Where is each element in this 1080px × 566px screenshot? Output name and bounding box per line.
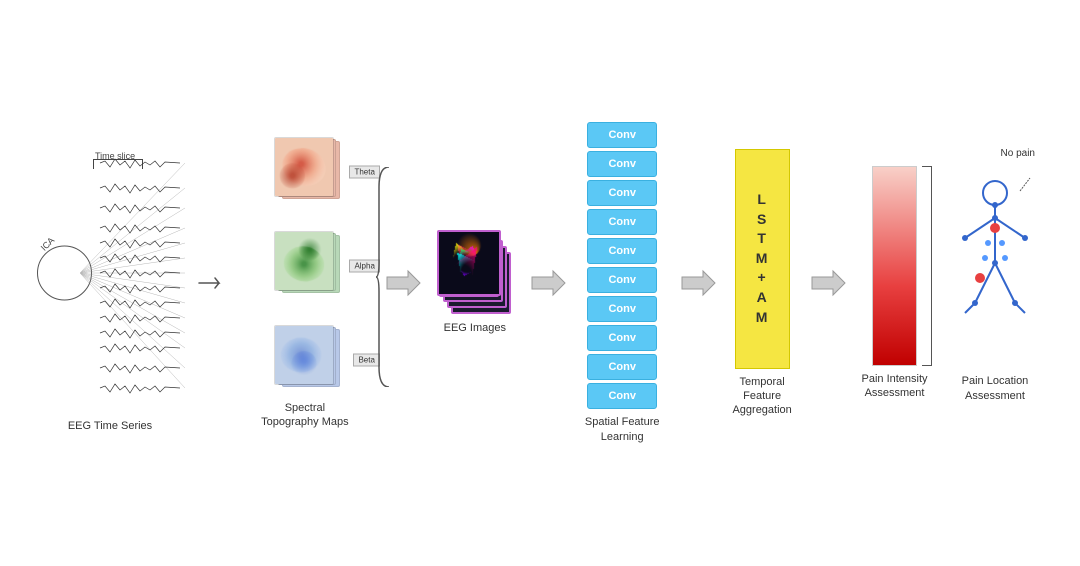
pain-figure-svg (950, 163, 1040, 363)
lstm-text-s: S (757, 210, 767, 230)
lstm-block: L S T M + A M (735, 149, 790, 369)
eeg-time-series-label: EEG Time Series (68, 419, 152, 433)
lstm-text-plus: + (758, 268, 767, 288)
conv-block-10: Conv (587, 383, 657, 409)
curly-brace (375, 167, 393, 387)
pain-bracket (922, 166, 932, 366)
eeg-lines-svg (80, 133, 185, 413)
lstm-text-m: M (756, 249, 769, 269)
conv-block-9: Conv (587, 354, 657, 380)
conv-block-4: Conv (587, 209, 657, 235)
lstm-text-m2: M (756, 308, 769, 328)
lstm-text: L (757, 190, 767, 210)
maps-group: Theta Alpha Beta (270, 137, 350, 395)
arrow-5 (807, 263, 847, 303)
arrow-4 (677, 263, 717, 303)
beta-map-row: Beta (270, 325, 350, 395)
eeg-brain: Time slice ICA (35, 133, 185, 413)
eeg-images-label: EEG Images (444, 321, 506, 335)
diagram: Time slice ICA (10, 13, 1070, 553)
alpha-map-row: Alpha (270, 231, 350, 301)
stacked-images (437, 230, 512, 315)
conv-block-6: Conv (587, 267, 657, 293)
eeg-time-series-section: Time slice ICA (30, 133, 190, 433)
no-pain-label: No pain (1001, 148, 1035, 159)
conv-block-8: Conv (587, 325, 657, 351)
theta-map-row: Theta (270, 137, 350, 207)
conv-block-7: Conv (587, 296, 657, 322)
lstm-text-t: T (757, 229, 767, 249)
conv-stack: Conv Conv Conv Conv Conv Conv Conv Conv … (587, 122, 657, 409)
temporal-aggregation-label: Temporal Feature Aggregation (725, 375, 800, 418)
arrow-1 (195, 268, 229, 298)
lstm-text-a: A (757, 288, 768, 308)
eeg-images-section: EEG Images (430, 230, 520, 335)
pain-intensity-section: Pain Intensity Assessment (855, 166, 935, 401)
conv-block-3: Conv (587, 180, 657, 206)
spatial-learning-label: Spatial Feature Learning (577, 415, 667, 444)
pain-location-label: Pain Location Assessment (950, 374, 1040, 403)
conv-block-1: Conv (587, 122, 657, 148)
pain-bar (872, 166, 917, 366)
pain-intensity-label: Pain Intensity Assessment (855, 372, 935, 401)
lstm-section: L S T M + A M Temporal Feature Aggregati… (725, 149, 800, 418)
conv-block-5: Conv (587, 238, 657, 264)
pain-location-section: No pain (940, 163, 1050, 403)
conv-section: Conv Conv Conv Conv Conv Conv Conv Conv … (575, 122, 670, 444)
conv-block-2: Conv (587, 151, 657, 177)
spectral-maps-section: Theta Alpha Beta (235, 137, 375, 430)
spectral-maps-label: Spectral Topography Maps (260, 401, 350, 430)
arrow-3 (527, 263, 567, 303)
